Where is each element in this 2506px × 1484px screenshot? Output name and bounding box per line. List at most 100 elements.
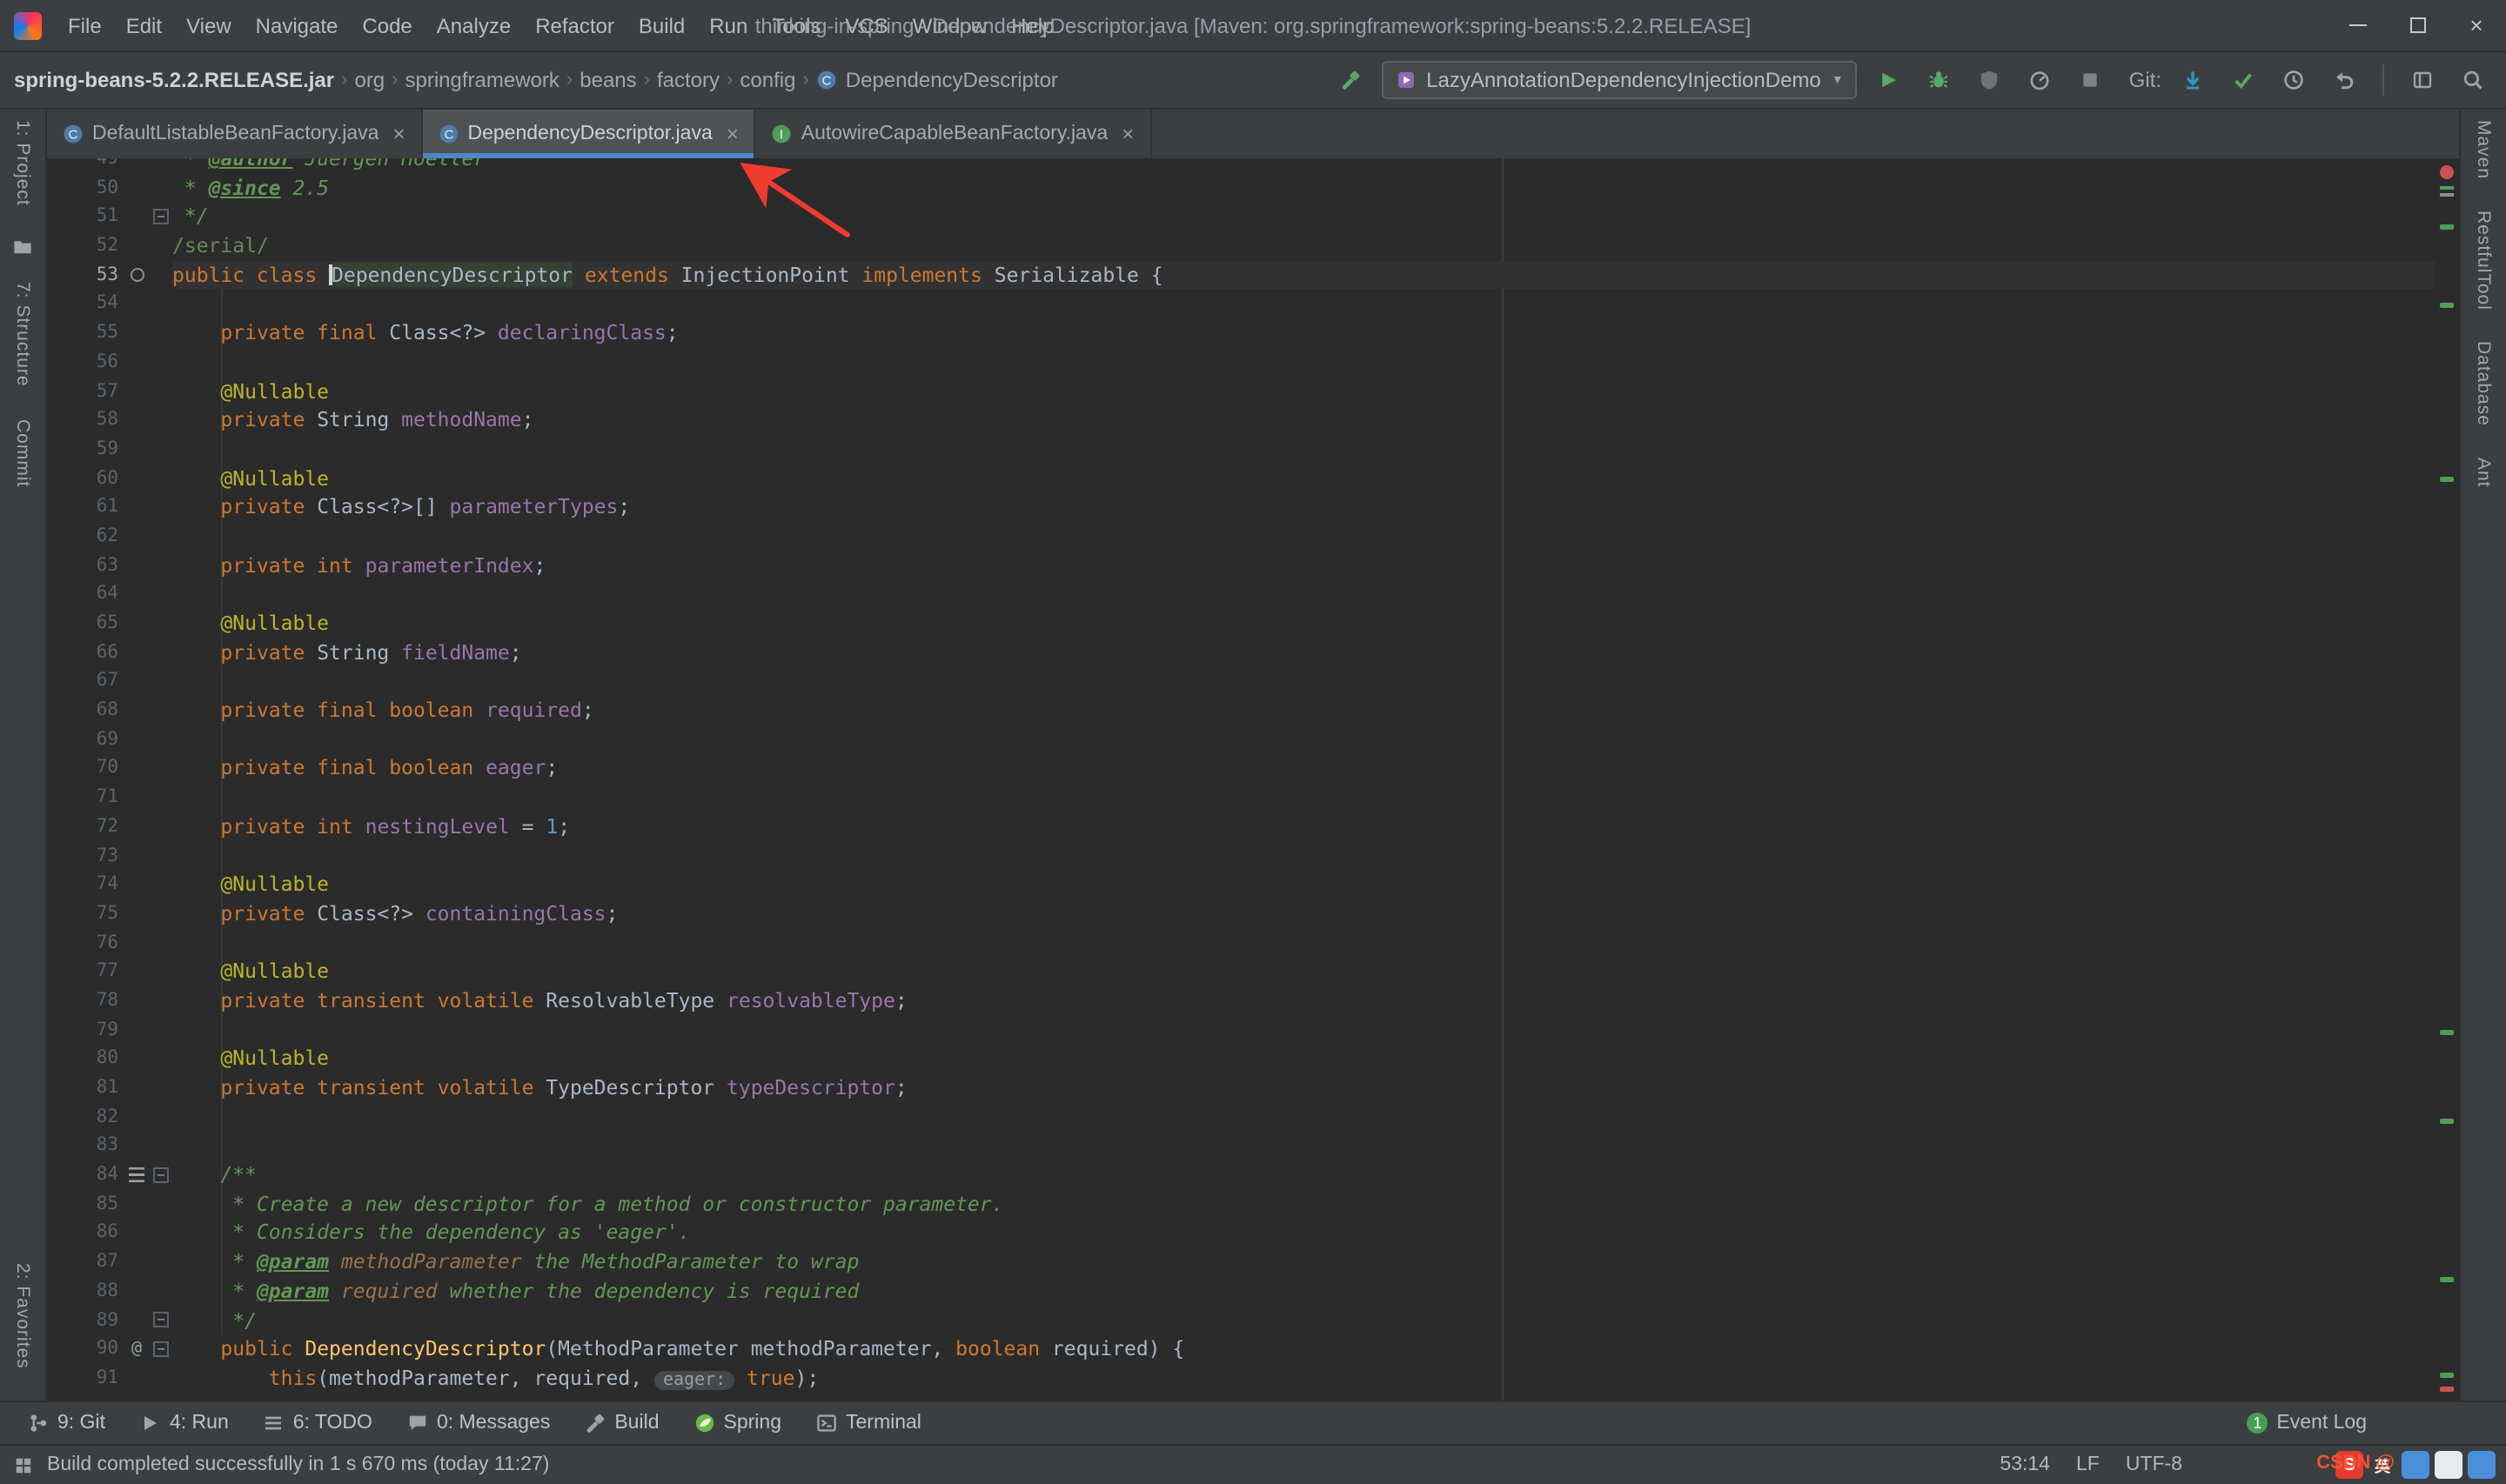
code-line-88[interactable]: 88 * @param required whether the depende… bbox=[47, 1277, 2435, 1306]
event-log-button[interactable]: 1 Event Log bbox=[2247, 1413, 2367, 1434]
code-line-87[interactable]: 87 * @param methodParameter the MethodPa… bbox=[47, 1247, 2435, 1276]
code-line-86[interactable]: 86 * Considers the dependency as 'eager'… bbox=[47, 1219, 2435, 1247]
fold-marker[interactable]: − bbox=[150, 1312, 172, 1328]
run-button[interactable] bbox=[1870, 61, 1908, 99]
code-line-55[interactable]: 55 private final Class<?> declaringClass… bbox=[47, 318, 2435, 347]
code-text[interactable]: private String methodName; bbox=[172, 405, 2435, 434]
code-line-68[interactable]: 68 private final boolean required; bbox=[47, 696, 2435, 725]
code-line-66[interactable]: 66 private String fieldName; bbox=[47, 638, 2435, 666]
toolwindow-button-build[interactable]: Build bbox=[567, 1402, 676, 1444]
update-project-button[interactable] bbox=[2174, 61, 2212, 99]
code-text[interactable]: @Nullable bbox=[172, 1045, 2435, 1073]
code-line-79[interactable]: 79 bbox=[47, 1015, 2435, 1044]
ime-tool-icon[interactable] bbox=[2435, 1451, 2462, 1479]
code-line-78[interactable]: 78 private transient volatile Resolvable… bbox=[47, 986, 2435, 1015]
code-line-64[interactable]: 64 bbox=[47, 580, 2435, 609]
close-tab-icon[interactable]: × bbox=[727, 122, 739, 146]
stripe-mark-green[interactable] bbox=[2440, 1030, 2454, 1035]
code-line-67[interactable]: 67 bbox=[47, 667, 2435, 696]
code-text[interactable]: @Nullable bbox=[172, 377, 2435, 405]
editor-tab-DependencyDescriptor.java[interactable]: C DependencyDescriptor.java × bbox=[422, 110, 756, 158]
code-line-90[interactable]: 90 @ − public DependencyDescriptor(MethodP… bbox=[47, 1334, 2435, 1363]
code-text[interactable]: public class DependencyDescriptor extend… bbox=[172, 260, 2435, 290]
tool-stripe-database[interactable]: Database bbox=[2473, 342, 2494, 427]
ime-tool-icon[interactable] bbox=[2468, 1451, 2496, 1479]
menu-item-file[interactable]: File bbox=[56, 0, 114, 51]
code-line-54[interactable]: 54 bbox=[47, 290, 2435, 318]
file-encoding[interactable]: UTF-8 bbox=[2126, 1454, 2182, 1475]
stop-button[interactable] bbox=[2072, 61, 2110, 99]
close-button[interactable]: × bbox=[2447, 0, 2506, 51]
menu-item-window[interactable]: Window bbox=[901, 0, 999, 51]
code-line-50[interactable]: 50 * @since 2.5 bbox=[47, 173, 2435, 202]
code-line-59[interactable]: 59 bbox=[47, 435, 2435, 464]
code-line-83[interactable]: 83 bbox=[47, 1132, 2435, 1160]
stripe-mark-green[interactable] bbox=[2440, 477, 2454, 482]
toolwindow-button-9-git[interactable]: 9: Git bbox=[10, 1402, 123, 1444]
code-text[interactable]: public DependencyDescriptor(MethodParame… bbox=[172, 1334, 2435, 1363]
code-line-76[interactable]: 76 bbox=[47, 928, 2435, 957]
menu-item-help[interactable]: Help bbox=[999, 0, 1066, 51]
code-text[interactable] bbox=[172, 928, 2435, 957]
menu-item-code[interactable]: Code bbox=[350, 0, 424, 51]
code-text[interactable]: * @param methodParameter the MethodParam… bbox=[172, 1247, 2435, 1276]
code-text[interactable]: private String fieldName; bbox=[172, 638, 2435, 666]
code-text[interactable]: */ bbox=[172, 1306, 2435, 1334]
code-line-80[interactable]: 80 @Nullable bbox=[47, 1045, 2435, 1073]
menu-item-vcs[interactable]: VCS bbox=[833, 0, 900, 51]
code-line-53[interactable]: 53 public class DependencyDescriptor exte… bbox=[47, 260, 2435, 290]
toolwindow-button-0-messages[interactable]: 0: Messages bbox=[390, 1402, 567, 1444]
code-text[interactable]: private Class<?> containingClass; bbox=[172, 899, 2435, 928]
menu-item-refactor[interactable]: Refactor bbox=[523, 0, 626, 51]
breadcrumb-item[interactable]: factory bbox=[657, 68, 720, 92]
code-line-91[interactable]: 91 this(methodParameter, required, eager… bbox=[47, 1364, 2435, 1393]
menu-item-analyze[interactable]: Analyze bbox=[425, 0, 523, 51]
code-text[interactable]: /** bbox=[172, 1160, 2435, 1189]
code-text[interactable]: private transient volatile TypeDescripto… bbox=[172, 1073, 2435, 1102]
code-line-63[interactable]: 63 private int parameterIndex; bbox=[47, 551, 2435, 579]
code-text[interactable]: * Create a new descriptor for a method o… bbox=[172, 1190, 2435, 1219]
code-line-72[interactable]: 72 private int nestingLevel = 1; bbox=[47, 812, 2435, 841]
tool-stripe-1-project[interactable]: 1: Project bbox=[12, 120, 33, 206]
code-text[interactable]: this(methodParameter, required, eager: t… bbox=[172, 1364, 2435, 1393]
breadcrumb-class-item[interactable]: C DependencyDescriptor bbox=[816, 68, 1058, 92]
code-line-49[interactable]: 49 * @author Juergen Hoeller bbox=[47, 158, 2435, 173]
close-tab-icon[interactable]: × bbox=[392, 122, 405, 146]
line-separator[interactable]: LF bbox=[2076, 1454, 2100, 1475]
code-text[interactable]: @Nullable bbox=[172, 464, 2435, 492]
code-text[interactable] bbox=[172, 348, 2435, 377]
profiler-button[interactable] bbox=[2021, 61, 2060, 99]
tool-stripe-maven[interactable]: Maven bbox=[2473, 120, 2494, 179]
code-text[interactable]: * @author Juergen Hoeller bbox=[172, 158, 2435, 173]
code-line-70[interactable]: 70 private final boolean eager; bbox=[47, 754, 2435, 783]
fold-marker[interactable]: − bbox=[150, 1341, 172, 1358]
breadcrumb-item[interactable]: config bbox=[740, 68, 795, 92]
menu-item-run[interactable]: Run bbox=[697, 0, 760, 51]
code-text[interactable] bbox=[172, 290, 2435, 318]
stripe-mark-green[interactable] bbox=[2440, 1119, 2454, 1124]
editor-tab-AutowireCapableBeanFactory.java[interactable]: I AutowireCapableBeanFactory.java × bbox=[756, 110, 1152, 158]
code-line-60[interactable]: 60 @Nullable bbox=[47, 464, 2435, 492]
menu-item-build[interactable]: Build bbox=[626, 0, 697, 51]
minimize-button[interactable] bbox=[2328, 0, 2388, 51]
toolwindow-button-4-run[interactable]: 4: Run bbox=[123, 1402, 246, 1444]
code-text[interactable]: private final boolean eager; bbox=[172, 754, 2435, 783]
code-line-77[interactable]: 77 @Nullable bbox=[47, 958, 2435, 986]
code-text[interactable]: private int parameterIndex; bbox=[172, 551, 2435, 579]
stripe-mark-red[interactable] bbox=[2440, 1387, 2454, 1392]
editor-tab-DefaultListableBeanFactory.java[interactable]: C DefaultListableBeanFactory.java × bbox=[47, 110, 423, 158]
code-line-65[interactable]: 65 @Nullable bbox=[47, 609, 2435, 638]
stripe-mark-green[interactable] bbox=[2440, 303, 2454, 308]
tool-window-toggle-icon[interactable] bbox=[14, 1455, 33, 1474]
breadcrumb-item[interactable]: org bbox=[354, 68, 385, 92]
code-text[interactable]: private final boolean required; bbox=[172, 696, 2435, 725]
code-text[interactable]: @Nullable bbox=[172, 609, 2435, 638]
toolwindow-button-terminal[interactable]: Terminal bbox=[799, 1402, 939, 1444]
toolwindow-button-6-todo[interactable]: 6: TODO bbox=[246, 1402, 390, 1444]
code-line-73[interactable]: 73 bbox=[47, 841, 2435, 870]
stripe-mark-green[interactable] bbox=[2440, 1373, 2454, 1378]
code-line-61[interactable]: 61 private Class<?>[] parameterTypes; bbox=[47, 493, 2435, 522]
code-text[interactable]: * Considers the dependency as 'eager'. bbox=[172, 1219, 2435, 1247]
ime-language-badge[interactable]: 英 bbox=[2369, 1451, 2396, 1479]
layout-icon[interactable] bbox=[2403, 61, 2442, 99]
